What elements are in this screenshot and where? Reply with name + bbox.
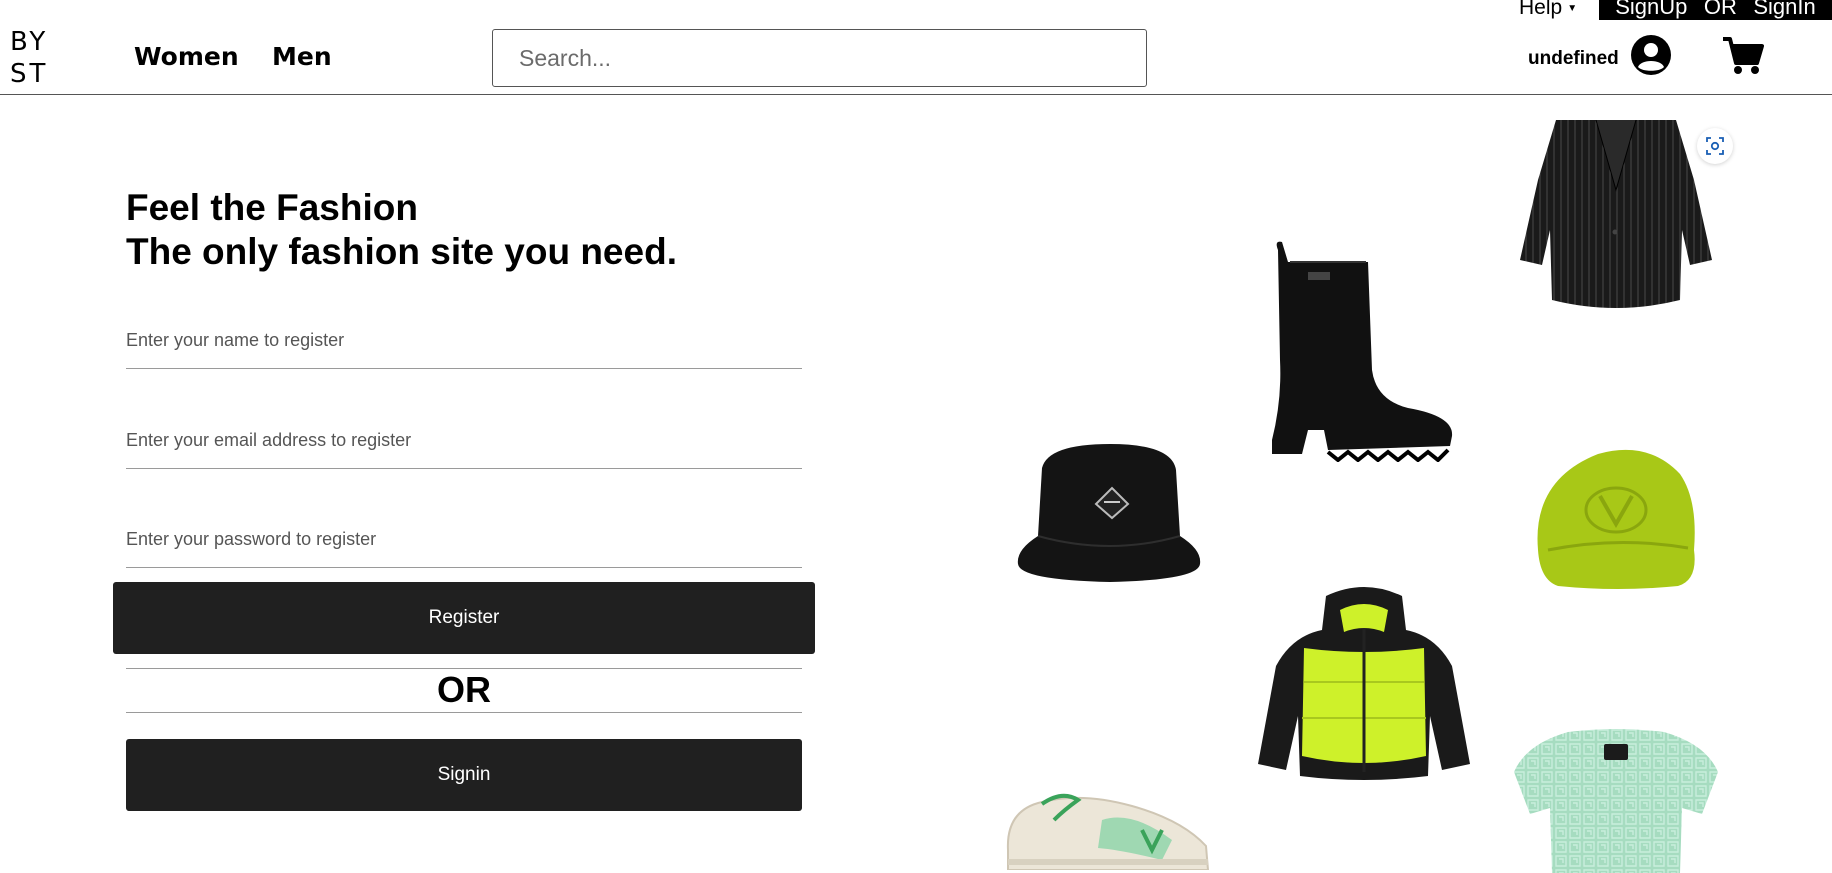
auth-bar: SignUp OR SignIn xyxy=(1599,0,1832,20)
or-label: OR xyxy=(437,669,491,710)
search-input[interactable] xyxy=(492,29,1147,87)
help-dropdown[interactable]: Help ▼ xyxy=(1519,0,1577,20)
logo-line-2: ST xyxy=(10,59,49,89)
product-green-sneaker[interactable] xyxy=(1002,790,1212,870)
hero-line-2: The only fashion site you need. xyxy=(126,231,677,272)
nav-women-link[interactable]: Women xyxy=(134,42,239,71)
help-label: Help xyxy=(1519,0,1563,19)
or-divider-bottom xyxy=(126,712,802,713)
product-mint-knit-top[interactable] xyxy=(1512,728,1720,873)
hero-heading: Feel the Fashion The only fashion site y… xyxy=(126,186,677,274)
product-lime-baseball-cap[interactable] xyxy=(1528,440,1704,592)
nav-men-link[interactable]: Men xyxy=(272,42,332,71)
product-black-rain-boot[interactable] xyxy=(1268,240,1456,462)
user-circle-icon[interactable] xyxy=(1630,34,1672,76)
user-name-label: undefined xyxy=(1528,48,1619,69)
email-field[interactable] xyxy=(126,409,802,469)
product-black-bucket-hat[interactable] xyxy=(1014,440,1204,588)
site-header: BY ST Women Men Help ▼ SignUp OR SignIn … xyxy=(0,0,1832,95)
signin-link[interactable]: SignIn xyxy=(1753,0,1815,20)
name-field[interactable] xyxy=(126,309,802,369)
signin-button[interactable]: Signin xyxy=(126,739,802,811)
password-field[interactable] xyxy=(126,508,802,568)
hero-line-1: Feel the Fashion xyxy=(126,187,418,228)
logo-line-1: BY xyxy=(10,27,49,57)
register-button[interactable]: Register xyxy=(113,582,815,654)
caret-down-icon: ▼ xyxy=(1567,2,1578,14)
product-pinstripe-blazer[interactable] xyxy=(1516,120,1716,312)
product-lime-puffer-jacket[interactable] xyxy=(1256,586,1472,782)
auth-or-separator: OR xyxy=(1703,0,1737,19)
site-logo[interactable]: BY ST xyxy=(10,26,48,90)
signup-link[interactable]: SignUp xyxy=(1615,0,1687,20)
cart-icon[interactable] xyxy=(1722,36,1764,76)
visual-search-icon[interactable] xyxy=(1697,128,1733,164)
